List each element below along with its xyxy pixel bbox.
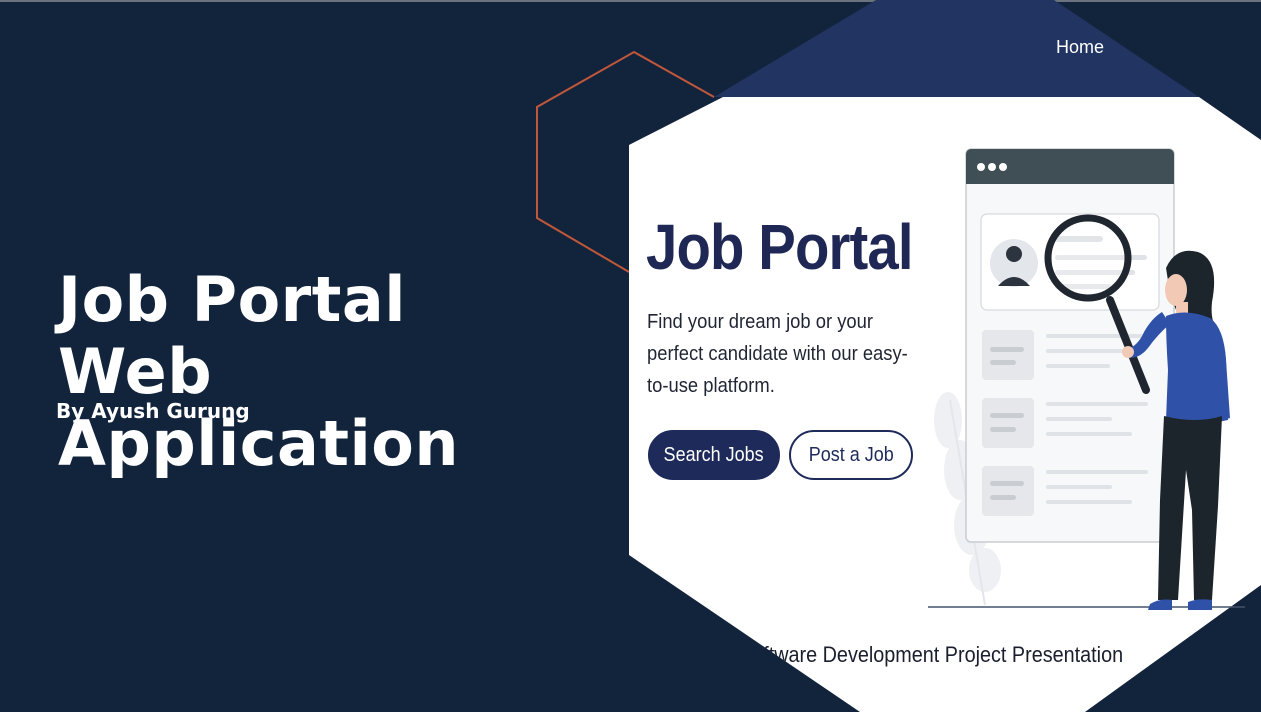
person-avatar-icon (990, 239, 1038, 287)
three-dots-icon (977, 163, 1007, 171)
job-search-illustration (928, 148, 1245, 610)
footer-subtitle: Software Development Project Presentatio… (739, 642, 1124, 667)
